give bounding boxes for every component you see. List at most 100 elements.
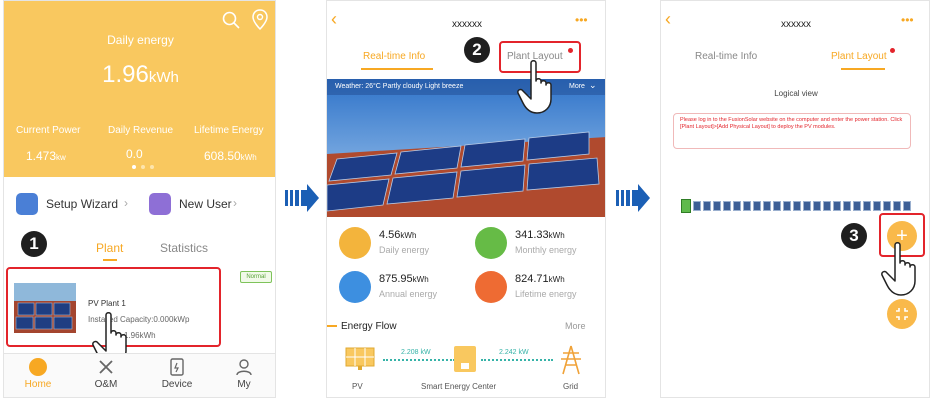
water-drop-icon [475,227,507,259]
pv-module [813,201,821,211]
setup-wizard-button[interactable]: Setup Wizard › [16,191,128,217]
energy-center-icon [454,346,476,372]
flow-line-right [481,359,553,361]
pv-module [713,201,721,211]
home-icon [29,358,47,376]
flow-arrow-icon [285,184,319,212]
thermometer-icon [339,227,371,259]
flow-arrow-icon [616,184,650,212]
chevron-down-icon: ⌄ [589,80,597,90]
plant-title: xxxxxx [452,19,482,30]
tab-indicator [841,68,885,70]
pv-module [853,201,861,211]
energy-header: Daily energy 1.96kWh Current Power Daily… [4,1,275,177]
step-badge-3: 3 [841,223,867,249]
pv-module [763,201,771,211]
lightning-icon [339,271,371,303]
tab-statistics[interactable]: Statistics [160,241,208,255]
pv-module [703,201,711,211]
flow-line-left [383,359,455,361]
wizard-icon [16,193,38,215]
nav-my[interactable]: My [214,358,274,390]
pv-module [783,201,791,211]
chevron-right-icon: › [124,196,128,210]
pv-module [803,201,811,211]
flow-left-kw: 2.208 kW [401,349,431,356]
metric-monthly-energy: 341.33kWh Monthly energy [475,227,605,267]
lifetime-energy-value: 608.50kWh [204,149,257,163]
step-badge-2: 2 [464,37,490,63]
tap-hand-icon [881,242,916,296]
pv-module [883,201,891,211]
pv-module [753,201,761,211]
tab-plant-layout[interactable]: Plant Layout [831,51,887,62]
pv-module [833,201,841,211]
pv-module [863,201,871,211]
flow-label-grid: Grid [563,382,579,391]
layout-notice: Please log in to the FusionSolar website… [673,113,911,149]
tab-realtime-info[interactable]: Real-time Info [695,51,757,62]
flow-label-energy-center: Smart Energy Center [421,382,497,391]
tab-plant[interactable]: Plant [96,241,123,255]
more-menu-icon[interactable]: ••• [575,13,588,27]
tap-hand-icon [517,60,552,114]
plant-photo [327,79,605,217]
daily-energy-value: 1.96kWh [102,61,179,88]
pv-module [843,201,851,211]
phone-plant-details: ‹ xxxxxx ••• Real-time Info Plant Layout… [326,0,606,398]
weather-bar: Weather: 26°C Partly cloudy Light breeze… [327,79,605,95]
logical-view-label: Logical view [774,89,818,98]
current-power-label: Current Power [16,125,81,136]
pv-module-row [693,201,913,211]
current-power-value: 1.473kw [26,149,66,163]
user-icon [236,359,252,376]
inverter-block [681,199,691,213]
page-indicator [132,165,156,169]
pv-module [873,201,881,211]
nav-home[interactable]: Home [8,358,68,390]
metric-lifetime-energy: 824.71kWh Lifetime energy [475,271,605,311]
pv-module [903,201,911,211]
flow-label-pv: PV [352,382,363,391]
nav-device[interactable]: Device [147,358,207,390]
pv-module [733,201,741,211]
daily-revenue-label: Daily Revenue [108,125,174,136]
header-title: Daily energy [107,33,174,47]
fit-screen-button[interactable] [887,299,917,329]
device-icon [170,358,184,376]
tab-indicator [103,259,117,261]
more-menu-icon[interactable]: ••• [901,13,914,27]
tab-realtime-info[interactable]: Real-time Info [363,51,425,62]
status-badge: Normal [240,271,272,283]
new-user-button[interactable]: New User › [149,191,249,217]
section-marker [327,325,337,327]
tools-icon [99,360,113,374]
collapse-icon [896,308,908,320]
search-icon[interactable] [222,11,240,29]
energy-flow-title: Energy Flow [341,321,397,332]
pv-module [823,201,831,211]
weather-more-link[interactable]: More [569,83,585,90]
pv-module [743,201,751,211]
chevron-right-icon: › [233,196,237,210]
daily-revenue-value: 0.0 [126,147,143,161]
bottom-navigation: Home O&M Device My [4,353,275,397]
flow-more-link[interactable]: More [565,321,586,331]
metric-daily-energy: 4.56kWh Daily energy [339,227,469,267]
flow-right-kw: 2.242 kW [499,349,529,356]
add-user-icon [149,193,171,215]
metric-annual-energy: 875.95kWh Annual energy [339,271,469,311]
location-icon[interactable] [251,9,269,31]
tab-indicator [361,68,433,70]
plant-title: xxxxxx [781,19,811,30]
phone-plant-layout: ‹ xxxxxx ••• Real-time Info Plant Layout… [660,0,930,398]
pv-module [793,201,801,211]
solar-panel-icon [345,347,375,370]
calendar-icon [475,271,507,303]
weather-text: Weather: 26°C Partly cloudy Light breeze [335,83,464,90]
grid-tower-icon [561,345,581,375]
phone-home-screen: Daily energy 1.96kWh Current Power Daily… [3,0,276,398]
notification-dot [890,48,895,53]
nav-om[interactable]: O&M [76,358,136,390]
pv-module [893,201,901,211]
